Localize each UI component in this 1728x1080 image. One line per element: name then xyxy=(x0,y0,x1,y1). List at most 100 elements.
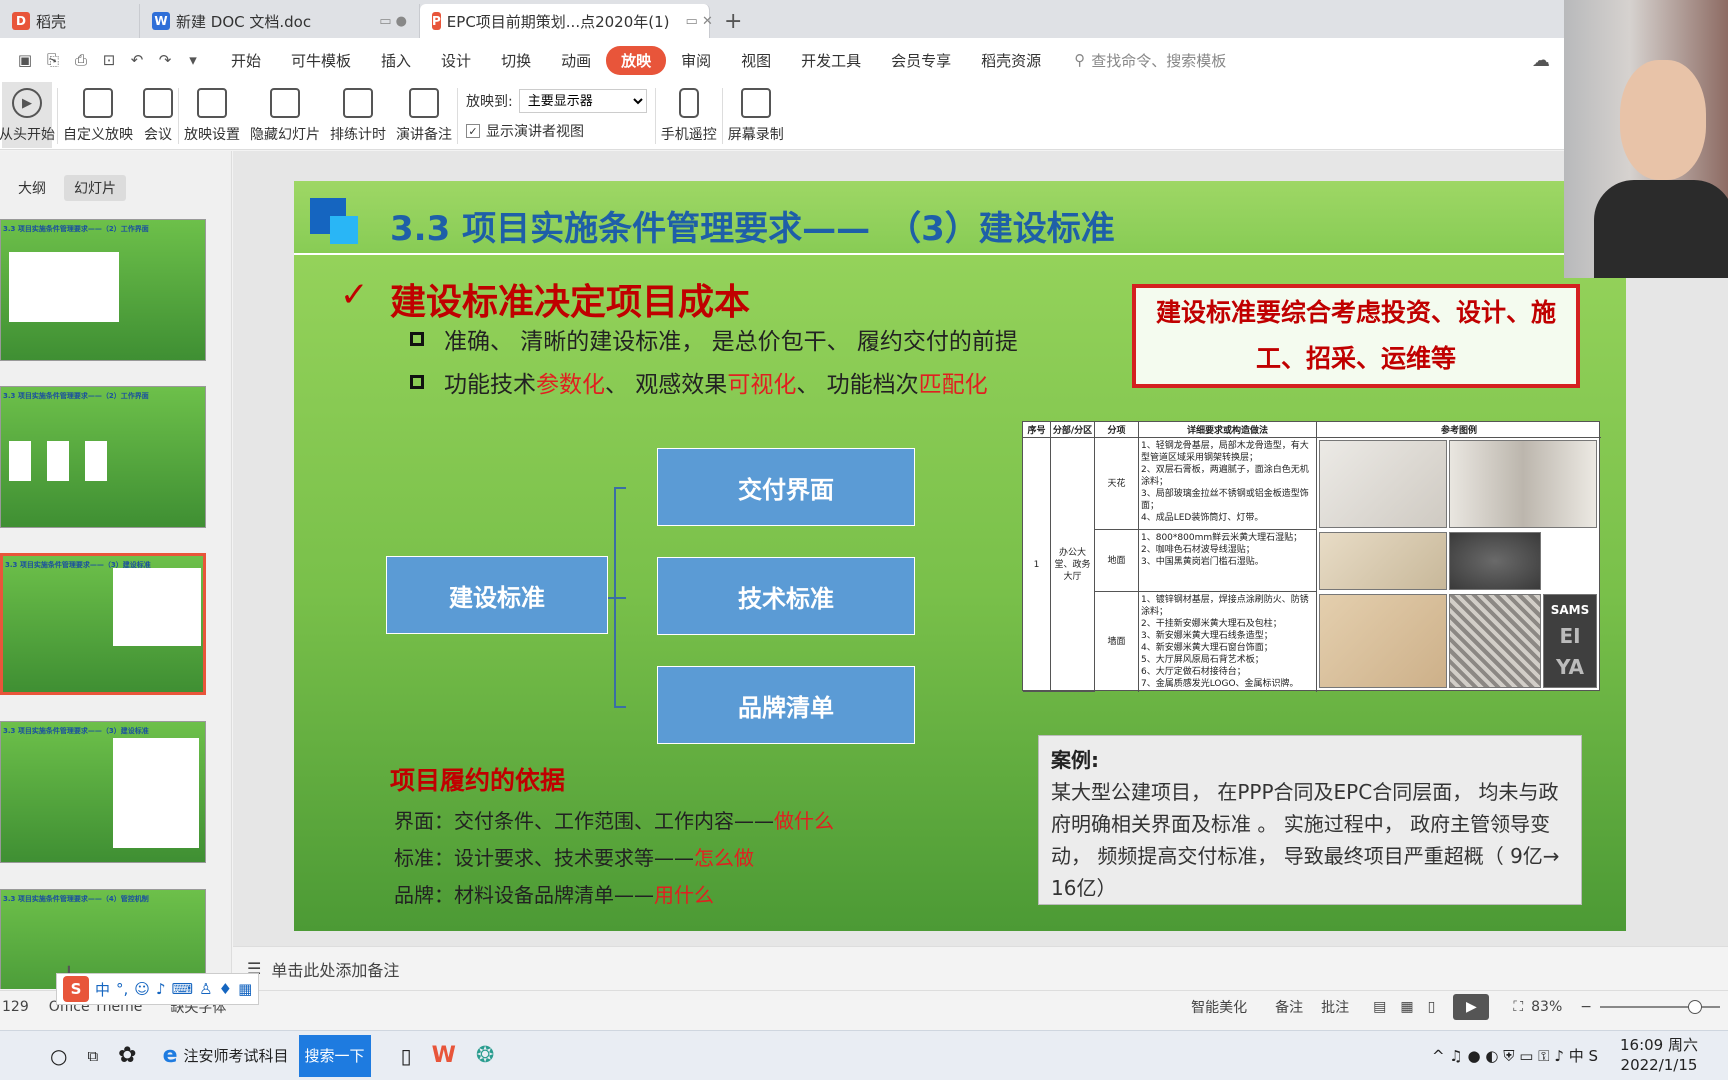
play-to-select[interactable]: 主要显示器 xyxy=(518,89,647,113)
redo-icon[interactable]: ↷ xyxy=(154,49,176,71)
preview-icon[interactable]: ⊡ xyxy=(98,49,120,71)
cortana-icon[interactable]: ○ xyxy=(40,1031,77,1080)
rehearse-timing-button[interactable]: 排练计时 xyxy=(330,82,386,148)
tray-icons[interactable]: ^ ♫ ● ◐ ⛨ ▭ ⚿ ♪ 中 S xyxy=(1422,1031,1608,1080)
marble-wall-photo xyxy=(1319,594,1447,688)
chevron-down-icon[interactable]: ▾ xyxy=(182,49,204,71)
user-icon[interactable]: ♙ xyxy=(199,980,212,998)
menu-member[interactable]: 会员专享 xyxy=(876,46,966,75)
file-icon[interactable]: ▯ xyxy=(391,1031,422,1080)
callout-box[interactable]: 建设标准要综合考虑投资、设计、施工、招采、运维等 xyxy=(1132,284,1580,388)
menu-slideshow[interactable]: 放映 xyxy=(606,45,667,75)
granite-photo xyxy=(1449,532,1541,590)
slide-heading[interactable]: 建设标准决定项目成本 xyxy=(390,273,750,325)
panel-tabs: 大纲 幻灯片 xyxy=(0,151,231,201)
meeting-button[interactable]: 会议 xyxy=(143,82,173,148)
basis-line[interactable]: 品牌：材料设备品牌清单——用什么 xyxy=(394,879,714,908)
menu-templates[interactable]: 可牛模板 xyxy=(276,46,366,75)
sogou-icon[interactable]: S xyxy=(63,976,89,1002)
hide-slide-button[interactable]: 隐藏幻灯片 xyxy=(250,82,320,148)
slide-thumbnail[interactable]: 3.3 项目实施条件管理要求——（2）工作界面 xyxy=(0,386,206,528)
ime-toolbar[interactable]: S 中 °, ☺ ♪ ⌨ ♙ ♦ ▦ xyxy=(56,973,260,1005)
menu-design[interactable]: 设计 xyxy=(426,46,486,75)
diagram-child-box[interactable]: 交付界面 xyxy=(657,448,915,526)
skin-icon[interactable]: ♦ xyxy=(219,980,232,998)
slide-thumbnail[interactable]: 3.3 项目实施条件管理要求——（2）工作界面 xyxy=(0,219,206,361)
tab-slides[interactable]: 幻灯片 xyxy=(64,175,126,201)
menu-daoke-resources[interactable]: 稻壳资源 xyxy=(966,46,1056,75)
presenter-view-checkbox[interactable]: ✓ xyxy=(466,124,480,138)
notes-pane[interactable]: ☰ 单击此处添加备注 xyxy=(233,946,1728,990)
screen-record-button[interactable]: 屏幕录制 xyxy=(728,82,784,148)
print-icon[interactable]: ⎙ xyxy=(70,49,92,71)
phone-remote-button[interactable]: 手机遥控 xyxy=(661,82,717,148)
ime-mode[interactable]: 中 xyxy=(95,979,110,1000)
basis-line[interactable]: 界面：交付条件、工作范围、工作内容——做什么 xyxy=(394,805,834,834)
app-icon[interactable]: ❂ xyxy=(466,1031,504,1080)
fit-window-icon[interactable]: ⛶ xyxy=(1513,999,1523,1015)
menu-review[interactable]: 审阅 xyxy=(666,46,726,75)
wps-icon[interactable]: W xyxy=(422,1031,466,1080)
diagram-child-box[interactable]: 品牌清单 xyxy=(657,666,915,744)
menu-insert[interactable]: 插入 xyxy=(366,46,426,75)
menu-transition[interactable]: 切换 xyxy=(486,46,546,75)
command-search[interactable]: ⚲ 查找命令、搜索模板 xyxy=(1074,50,1226,71)
save-icon[interactable]: ▣ xyxy=(14,49,36,71)
tab-doc[interactable]: W 新建 DOC 文档.doc ▭ ● xyxy=(140,4,420,38)
slide-canvas[interactable]: 3.3 项目实施条件管理要求—— （3）建设标准 ✓ 建设标准决定项目成本 准确… xyxy=(294,181,1626,931)
play-slideshow-button[interactable]: ▶ xyxy=(1453,993,1490,1020)
comments-button[interactable]: 批注 xyxy=(1321,997,1349,1017)
ribbon-slideshow: ▶ 从头开始 自定义放映 会议 放映设置 隐藏幻灯片 排练计时 演讲备注 放映到… xyxy=(0,82,1728,150)
clock[interactable]: 16:09 周六 2022/1/15 xyxy=(1620,1035,1698,1075)
slide-title[interactable]: 3.3 项目实施条件管理要求—— （3）建设标准 xyxy=(390,201,1115,250)
normal-view-icon[interactable]: ▤ xyxy=(1373,999,1386,1015)
bullet-2[interactable]: 功能技术参数化、 观感效果可视化、 功能档次匹配化 xyxy=(410,365,988,399)
reading-view-icon[interactable]: ▯ xyxy=(1428,999,1436,1015)
smart-beautify-button[interactable]: 智能美化 xyxy=(1191,997,1247,1017)
microphone-icon[interactable]: ♪ xyxy=(156,980,166,998)
case-box[interactable]: 案例: 某大型公建项目， 在PPP合同及EPC合同层面， 均未与政府明确相关界面… xyxy=(1038,735,1582,905)
tab-outline[interactable]: 大纲 xyxy=(8,175,56,201)
bullet-1[interactable]: 准确、 清晰的建设标准， 是总价包干、 履约交付的前提 xyxy=(410,322,1018,356)
divider xyxy=(57,88,58,144)
app-icon[interactable]: ✿ xyxy=(108,1031,146,1080)
close-icon[interactable]: ▭ ✕ xyxy=(686,14,713,29)
new-tab-button[interactable]: + xyxy=(710,4,756,38)
tab-ppt[interactable]: P EPC项目前期策划...点2020年(1) ▭ ✕ xyxy=(420,4,713,38)
toolbox-icon[interactable]: ▦ xyxy=(238,980,252,998)
diagram-child-box[interactable]: 技术标准 xyxy=(657,557,915,635)
slide-thumbnail-selected[interactable]: 3.3 项目实施条件管理要求——（3）建设标准 xyxy=(0,553,206,695)
speaker-notes-button[interactable]: 演讲备注 xyxy=(396,82,452,148)
zoom-level[interactable]: 83% xyxy=(1531,999,1562,1015)
slide-thumbnail[interactable]: 3.3 项目实施条件管理要求——（3）建设标准 xyxy=(0,721,206,863)
grid-view-icon[interactable]: ▦ xyxy=(1400,999,1413,1015)
emoji-icon[interactable]: ☺ xyxy=(134,980,150,998)
basis-line[interactable]: 标准：设计要求、技术要求等——怎么做 xyxy=(394,842,754,871)
reference-table[interactable]: 序号 分部/分区 分项 详细要求或构造做法 参考图例 1 办公大堂、政务大厅 天… xyxy=(1022,421,1601,692)
ime-punct[interactable]: °, xyxy=(116,980,128,998)
diagram-root-box[interactable]: 建设标准 xyxy=(386,556,608,634)
menu-developer[interactable]: 开发工具 xyxy=(786,46,876,75)
zoom-slider[interactable] xyxy=(1600,999,1720,1014)
ribbon-label: 自定义放映 xyxy=(63,127,133,143)
keyboard-icon[interactable]: ⌨ xyxy=(172,980,194,998)
screen-icon: ▭ ● xyxy=(379,13,407,29)
tab-daoke[interactable]: D 稻壳 xyxy=(0,4,140,38)
export-icon[interactable]: ⎘ xyxy=(42,49,64,71)
taskbar-ie[interactable]: e 注安师考试科目 xyxy=(153,1031,299,1080)
show-settings-button[interactable]: 放映设置 xyxy=(184,82,240,148)
from-start-button[interactable]: ▶ 从头开始 xyxy=(0,82,55,148)
zoom-slider-knob[interactable] xyxy=(1688,999,1702,1014)
notes-button[interactable]: 备注 xyxy=(1275,997,1303,1017)
taskbar-search-button[interactable]: 搜索一下 xyxy=(298,1034,371,1077)
undo-icon[interactable]: ↶ xyxy=(126,49,148,71)
thumbnail-title: 3.3 项目实施条件管理要求——（2）工作界面 xyxy=(3,225,149,233)
menu-home[interactable]: 开始 xyxy=(216,46,276,75)
cloud-icon[interactable]: ☁ xyxy=(1532,50,1550,71)
menu-animation[interactable]: 动画 xyxy=(546,46,606,75)
basis-title[interactable]: 项目履约的依据 xyxy=(390,761,565,797)
zoom-out-icon[interactable]: − xyxy=(1580,999,1592,1015)
menu-view[interactable]: 视图 xyxy=(726,46,786,75)
custom-show-button[interactable]: 自定义放映 xyxy=(63,82,133,148)
task-view-icon[interactable]: ⧉ xyxy=(77,1031,108,1080)
